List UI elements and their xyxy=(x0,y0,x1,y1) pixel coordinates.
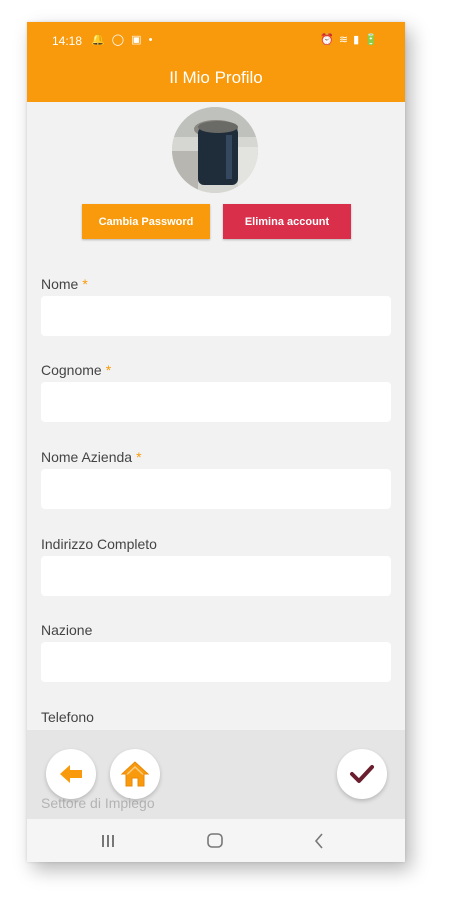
delete-account-button[interactable]: Elimina account xyxy=(223,204,351,239)
avatar[interactable] xyxy=(172,107,258,193)
required-marker: * xyxy=(82,276,88,292)
arrow-left-icon xyxy=(60,765,82,783)
nazione-label: Nazione xyxy=(41,622,93,638)
nome-input[interactable] xyxy=(41,296,391,336)
confirm-button[interactable] xyxy=(337,749,387,799)
nazione-input[interactable] xyxy=(41,642,391,682)
nome-azienda-input[interactable] xyxy=(41,469,391,509)
status-time: 14:18 xyxy=(52,34,83,48)
indirizzo-label: Indirizzo Completo xyxy=(41,536,157,552)
checkmark-icon xyxy=(350,765,374,783)
telefono-label: Telefono xyxy=(41,709,94,725)
recent-apps-icon[interactable] xyxy=(102,835,114,847)
required-marker: * xyxy=(136,449,142,465)
indirizzo-input[interactable] xyxy=(41,556,391,596)
home-button[interactable] xyxy=(110,749,160,799)
notification-icons: 🔔 ◯ ▣ • xyxy=(91,34,155,46)
home-icon xyxy=(120,761,150,787)
system-status-icons: ⏰ ≋ ▮ 🔋 xyxy=(320,34,379,46)
back-nav-icon[interactable] xyxy=(314,833,323,849)
change-password-button[interactable]: Cambia Password xyxy=(82,204,210,239)
home-nav-icon[interactable] xyxy=(207,833,223,848)
nome-azienda-label: Nome Azienda * xyxy=(41,449,142,465)
required-marker: * xyxy=(105,362,112,378)
cognome-label: Cognome * xyxy=(41,362,112,378)
app-screen: 14:18 🔔 ◯ ▣ • ⏰ ≋ ▮ 🔋 Il Mio Profilo Cam… xyxy=(27,22,405,862)
page-title: Il Mio Profilo xyxy=(169,68,263,87)
nome-label: Nome * xyxy=(41,276,88,292)
app-header: 14:18 🔔 ◯ ▣ • ⏰ ≋ ▮ 🔋 Il Mio Profilo xyxy=(27,22,405,102)
cognome-input[interactable] xyxy=(41,382,391,422)
profile-photo xyxy=(172,107,258,193)
system-navigation-bar xyxy=(27,819,405,862)
status-bar: 14:18 🔔 ◯ ▣ • ⏰ ≋ ▮ 🔋 xyxy=(27,32,405,50)
back-button[interactable] xyxy=(46,749,96,799)
